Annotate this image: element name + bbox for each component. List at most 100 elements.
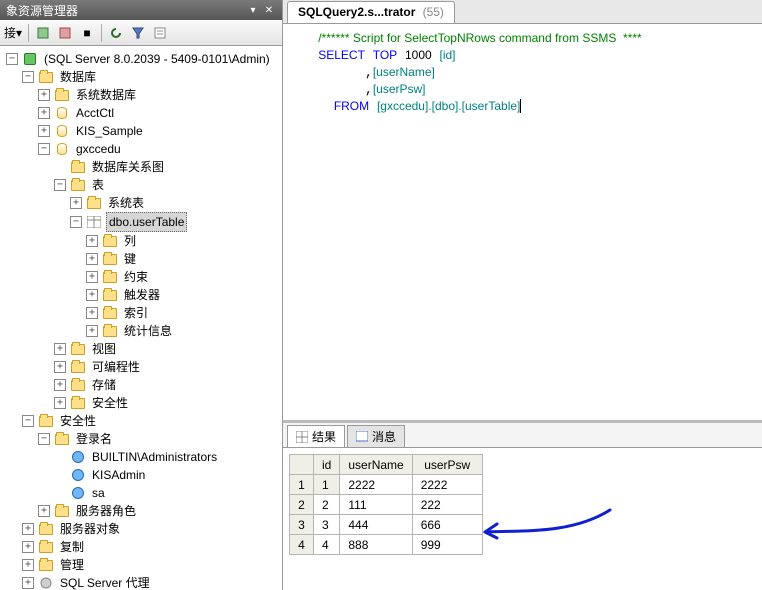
folder-icon bbox=[39, 542, 53, 553]
tree-security[interactable]: −安全性 bbox=[4, 412, 282, 430]
table-row[interactable]: 4 4 888 999 bbox=[290, 535, 483, 555]
folder-icon bbox=[39, 560, 53, 571]
server-icon bbox=[24, 53, 36, 65]
database-icon bbox=[57, 107, 67, 119]
cell[interactable]: 4 bbox=[314, 535, 340, 555]
pin-icon[interactable]: ▾ bbox=[246, 3, 260, 17]
tree-item[interactable]: +复制 bbox=[4, 538, 282, 556]
tree-item[interactable]: −gxccedu bbox=[4, 140, 282, 158]
tree-item[interactable]: +索引 bbox=[4, 304, 282, 322]
column-header[interactable]: userPsw bbox=[412, 455, 482, 475]
tree-item[interactable]: +统计信息 bbox=[4, 322, 282, 340]
refresh-icon[interactable] bbox=[108, 25, 124, 41]
cell[interactable]: 3 bbox=[314, 515, 340, 535]
tree-item[interactable]: +安全性 bbox=[4, 394, 282, 412]
agent-icon bbox=[39, 577, 53, 589]
tree-item[interactable]: +可编程性 bbox=[4, 358, 282, 376]
explorer-toolbar: 接▾ ■ bbox=[0, 20, 282, 46]
tree-item[interactable]: +键 bbox=[4, 250, 282, 268]
user-icon bbox=[72, 451, 84, 463]
tab-messages[interactable]: 消息 bbox=[347, 425, 405, 447]
tree-item[interactable]: +AcctCtl bbox=[4, 104, 282, 122]
folder-icon bbox=[103, 326, 117, 337]
tree-item[interactable]: +KIS_Sample bbox=[4, 122, 282, 140]
cell[interactable]: 1 bbox=[314, 475, 340, 495]
tree-login[interactable]: sa bbox=[4, 484, 282, 502]
tree-item[interactable]: +服务器角色 bbox=[4, 502, 282, 520]
tree-item[interactable]: −登录名 bbox=[4, 430, 282, 448]
separator bbox=[101, 24, 102, 42]
row-header[interactable]: 4 bbox=[290, 535, 314, 555]
tree-item[interactable]: +列 bbox=[4, 232, 282, 250]
grid-icon bbox=[296, 431, 308, 443]
properties-icon[interactable] bbox=[152, 25, 168, 41]
query-tab[interactable]: SQLQuery2.s...trator (55) bbox=[287, 1, 455, 23]
connect-button[interactable]: 接▾ bbox=[4, 24, 22, 41]
tree-login[interactable]: BUILTIN\Administrators bbox=[4, 448, 282, 466]
tree-item[interactable]: −表 bbox=[4, 176, 282, 194]
cell[interactable]: 888 bbox=[340, 535, 412, 555]
folder-icon bbox=[71, 344, 85, 355]
cell[interactable]: 444 bbox=[340, 515, 412, 535]
text-cursor bbox=[520, 99, 521, 113]
tree-item[interactable]: +SQL Server 代理 bbox=[4, 574, 282, 590]
tree-item[interactable]: +系统数据库 bbox=[4, 86, 282, 104]
tree-item[interactable]: +视图 bbox=[4, 340, 282, 358]
row-header[interactable]: 2 bbox=[290, 495, 314, 515]
table-row[interactable]: 1 1 2222 2222 bbox=[290, 475, 483, 495]
tab-results[interactable]: 结果 bbox=[287, 425, 345, 447]
tree-item[interactable]: +约束 bbox=[4, 268, 282, 286]
tree-item-usertable[interactable]: −dbo.userTable bbox=[4, 212, 282, 232]
tree-item[interactable]: +系统表 bbox=[4, 194, 282, 212]
connect-icon[interactable] bbox=[35, 25, 51, 41]
folder-icon bbox=[103, 236, 117, 247]
corner-cell[interactable] bbox=[290, 455, 314, 475]
row-header[interactable]: 3 bbox=[290, 515, 314, 535]
folder-icon bbox=[71, 180, 85, 191]
disconnect-icon[interactable] bbox=[57, 25, 73, 41]
tree-item[interactable]: +触发器 bbox=[4, 286, 282, 304]
table-row[interactable]: 3 3 444 666 bbox=[290, 515, 483, 535]
cell[interactable]: 111 bbox=[340, 495, 412, 515]
stop-icon[interactable]: ■ bbox=[79, 25, 95, 41]
folder-icon bbox=[55, 506, 69, 517]
separator bbox=[28, 24, 29, 42]
main-area: SQLQuery2.s...trator (55) /****** Script… bbox=[283, 0, 762, 590]
folder-icon bbox=[87, 198, 101, 209]
folder-icon bbox=[103, 308, 117, 319]
filter-icon[interactable] bbox=[130, 25, 146, 41]
tree-item[interactable]: +管理 bbox=[4, 556, 282, 574]
sql-editor[interactable]: /****** Script for SelectTopNRows comman… bbox=[283, 24, 762, 420]
folder-icon bbox=[39, 416, 53, 427]
object-explorer: 象资源管理器 ▾ ✕ 接▾ ■ −(SQL Server 8.0.2039 - … bbox=[0, 0, 283, 590]
row-header[interactable]: 1 bbox=[290, 475, 314, 495]
panel-title: 象资源管理器 bbox=[6, 2, 78, 19]
column-header[interactable]: id bbox=[314, 455, 340, 475]
folder-icon bbox=[71, 398, 85, 409]
tree-databases[interactable]: −数据库 bbox=[4, 68, 282, 86]
tree-view[interactable]: −(SQL Server 8.0.2039 - 5409-0101\Admin)… bbox=[0, 46, 282, 590]
table-row[interactable]: 2 2 111 222 bbox=[290, 495, 483, 515]
cell[interactable]: 2222 bbox=[412, 475, 482, 495]
cell[interactable]: 999 bbox=[412, 535, 482, 555]
query-tabbar: SQLQuery2.s...trator (55) bbox=[283, 0, 762, 24]
folder-icon bbox=[55, 434, 69, 445]
cell[interactable]: 2 bbox=[314, 495, 340, 515]
cell[interactable]: 666 bbox=[412, 515, 482, 535]
folder-icon bbox=[71, 380, 85, 391]
cell[interactable]: 222 bbox=[412, 495, 482, 515]
tree-item[interactable]: 数据库关系图 bbox=[4, 158, 282, 176]
results-grid[interactable]: id userName userPsw 1 1 2222 22222 2 111… bbox=[289, 454, 483, 555]
message-icon bbox=[356, 431, 368, 443]
database-icon bbox=[57, 125, 67, 137]
tree-login[interactable]: KISAdmin bbox=[4, 466, 282, 484]
tree-server-root[interactable]: −(SQL Server 8.0.2039 - 5409-0101\Admin) bbox=[4, 50, 282, 68]
tree-item[interactable]: +存储 bbox=[4, 376, 282, 394]
user-icon bbox=[72, 487, 84, 499]
close-icon[interactable]: ✕ bbox=[262, 3, 276, 17]
tree-item[interactable]: +服务器对象 bbox=[4, 520, 282, 538]
results-tabbar: 结果 消息 bbox=[283, 423, 762, 447]
cell[interactable]: 2222 bbox=[340, 475, 412, 495]
column-header[interactable]: userName bbox=[340, 455, 412, 475]
user-icon bbox=[72, 469, 84, 481]
